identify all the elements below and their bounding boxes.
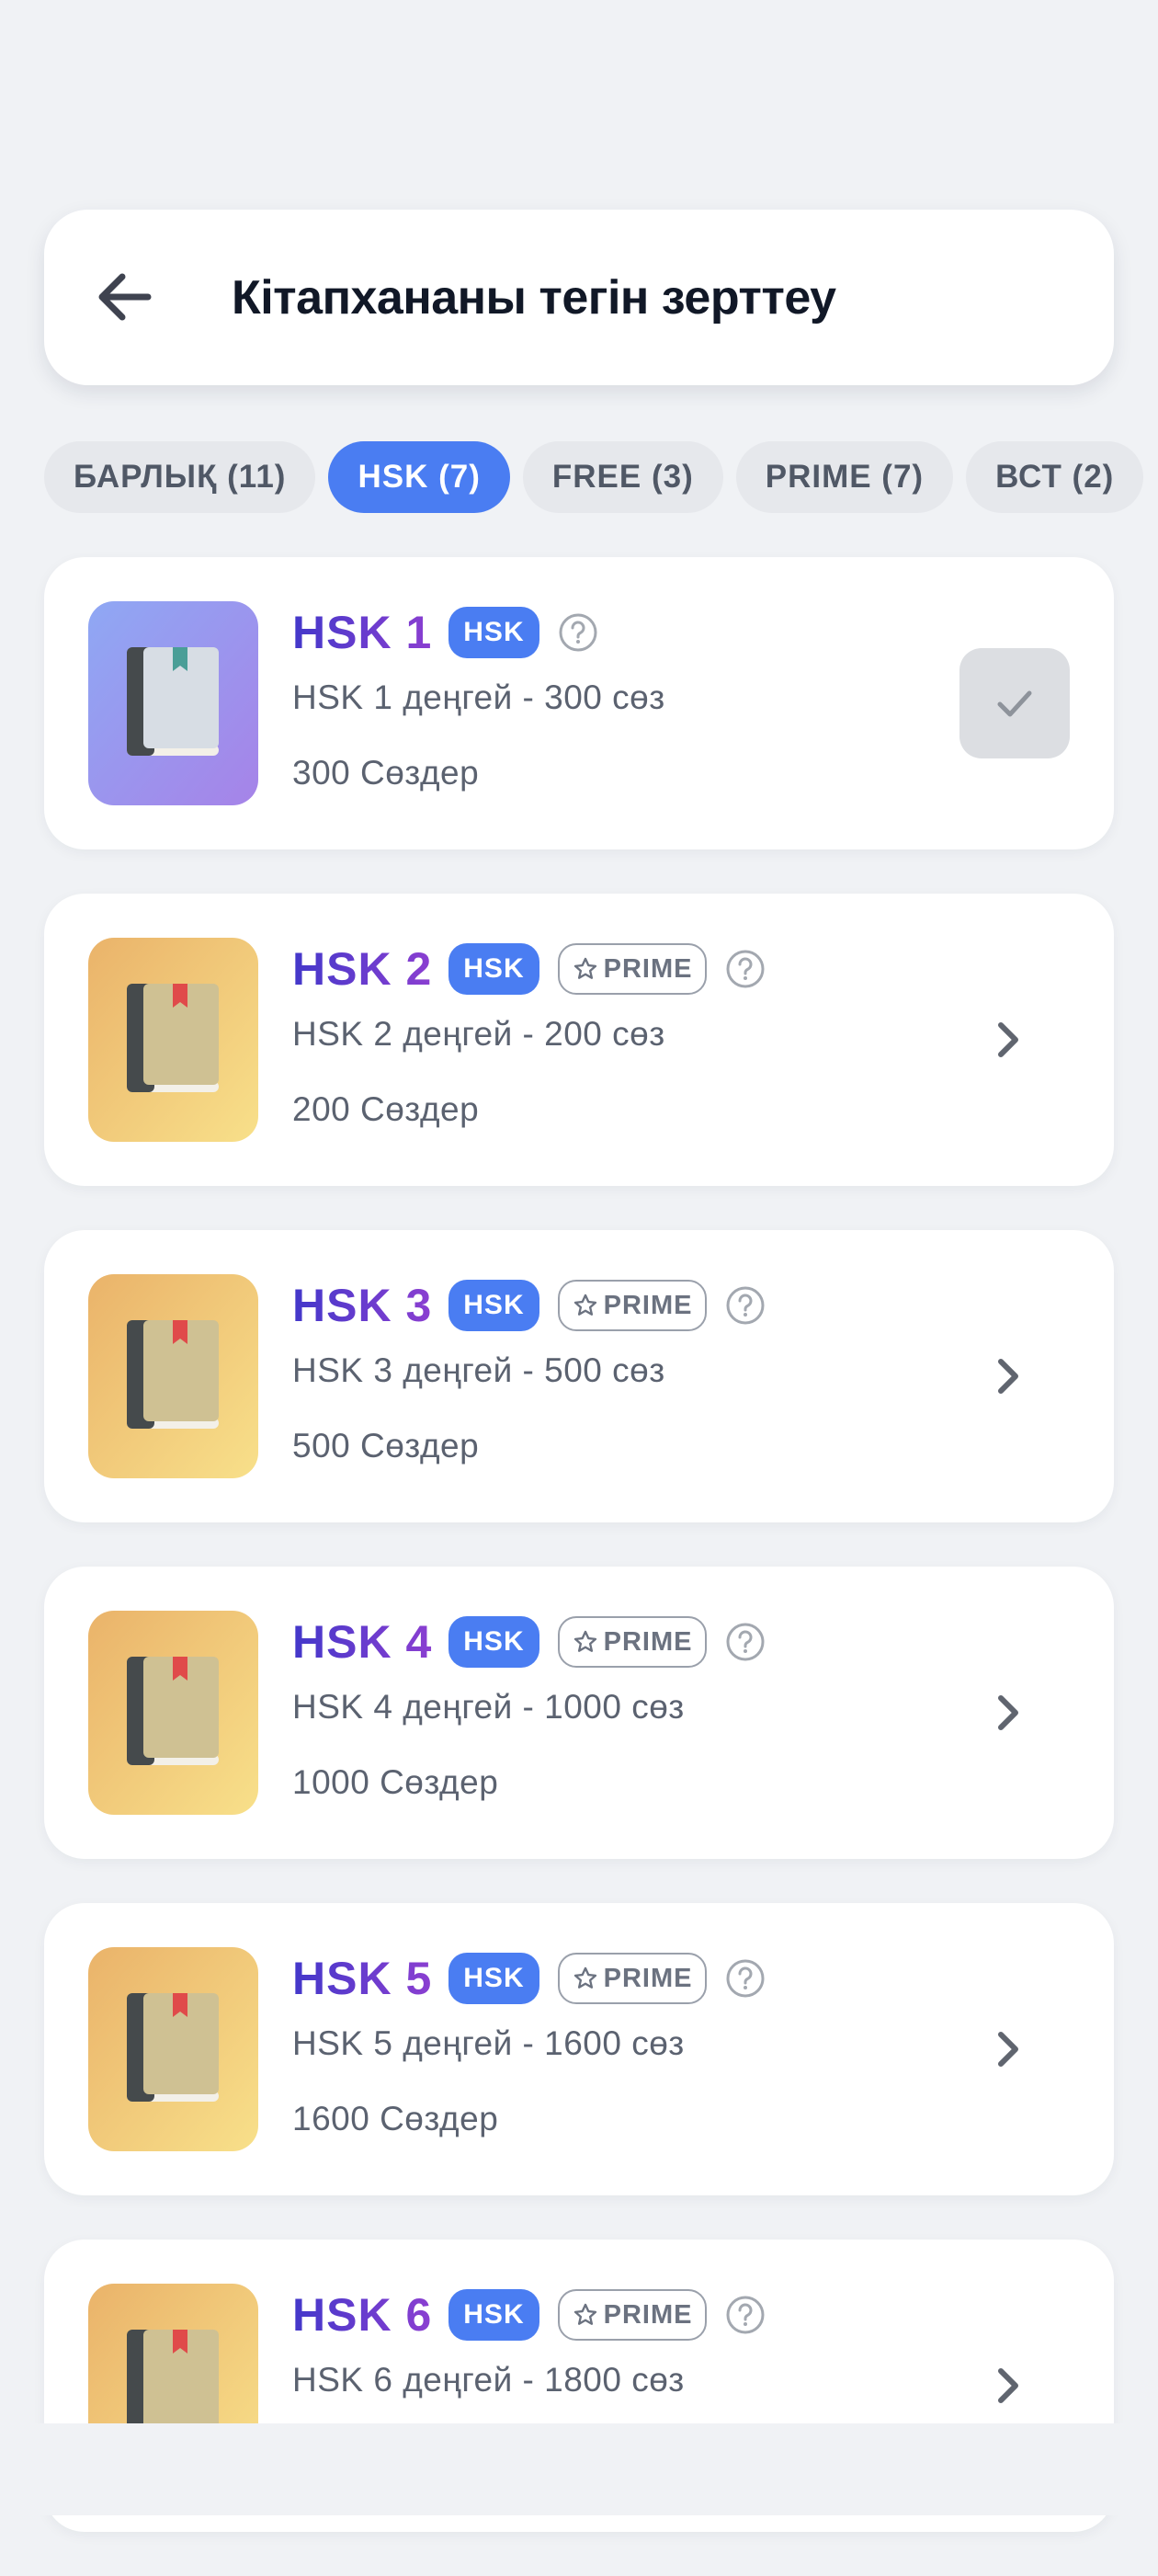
card-title-row: HSK 5 HSK PRIME — [292, 1949, 766, 2008]
prime-badge: PRIME — [557, 943, 708, 995]
card-title-row: HSK 1 HSK — [292, 603, 598, 662]
card-description: HSK 5 деңгей - 1600 сөз — [292, 2024, 685, 2062]
open-book-button[interactable] — [980, 1012, 1035, 1067]
card-title: HSK 4 — [292, 1616, 433, 1668]
open-book-button[interactable] — [980, 2022, 1035, 2077]
prime-badge: PRIME — [557, 1280, 708, 1331]
book-card[interactable]: HSK 1 HSK HSK 1 деңгей - 300 сөз 300 Сөздер — [44, 557, 1114, 849]
book-icon — [88, 1947, 258, 2151]
chevron-right-icon — [998, 1022, 1018, 1057]
help-icon[interactable] — [725, 1622, 766, 1662]
prime-label: PRIME — [603, 2299, 693, 2330]
card-description: HSK 1 деңгей - 300 сөз — [292, 678, 665, 716]
star-icon — [573, 2303, 596, 2325]
hsk-badge: HSK — [448, 607, 539, 658]
open-book-button[interactable] — [980, 2358, 1035, 2413]
open-book-button[interactable] — [980, 1349, 1035, 1404]
hsk-badge: HSK — [448, 1280, 539, 1331]
book-icon — [88, 601, 258, 805]
top-bar: Кітапхананы тегін зерттеу — [44, 210, 1114, 385]
book-card[interactable]: HSK 2 HSK PRIME HSK 2 деңгей - 200 сөз 200 С… — [44, 894, 1114, 1186]
tab-filter[interactable]: FREE (3) — [522, 441, 723, 513]
check-icon — [997, 690, 1032, 717]
star-icon — [573, 1294, 596, 1316]
open-book-button[interactable] — [980, 1685, 1035, 1740]
help-icon[interactable] — [725, 949, 766, 989]
word-count: 200 Сөздер — [292, 1090, 480, 1128]
arrow-left-icon — [98, 273, 152, 321]
book-icon — [88, 1611, 258, 1815]
hsk-badge: HSK — [448, 2289, 539, 2341]
help-icon[interactable] — [725, 1958, 766, 1999]
tab-filter[interactable]: ВСТ (2) — [966, 441, 1144, 513]
card-description: HSK 3 деңгей - 500 сөз — [292, 1351, 665, 1389]
book-card[interactable]: HSK 3 HSK PRIME HSK 3 деңгей - 500 сөз 500 С… — [44, 1230, 1114, 1522]
word-count: 1000 Сөздер — [292, 1763, 499, 1801]
star-icon — [573, 957, 596, 979]
book-card[interactable]: HSK 4 HSK PRIME HSK 4 деңгей - 1000 сөз 1000… — [44, 1567, 1114, 1859]
star-icon — [573, 1630, 596, 1652]
card-title-row: HSK 4 HSK PRIME — [292, 1613, 766, 1671]
book-icon — [88, 938, 258, 1142]
card-title: HSK 2 — [292, 943, 433, 995]
book-list: HSK 1 HSK HSK 1 деңгей - 300 сөз 300 Сөздер… — [44, 557, 1114, 2576]
chevron-right-icon — [998, 1695, 1018, 1730]
tab-filter[interactable]: HSK (7) — [328, 441, 510, 513]
prime-label: PRIME — [603, 1626, 693, 1657]
card-title-row: HSK 2 HSK PRIME — [292, 940, 766, 998]
prime-badge: PRIME — [557, 1953, 708, 2004]
chevron-right-icon — [998, 2032, 1018, 2067]
help-icon[interactable] — [558, 612, 598, 653]
card-description: HSK 2 деңгей - 200 сөз — [292, 1015, 665, 1053]
page-title: Кітапхананы тегін зерттеу — [232, 270, 836, 325]
prime-label: PRIME — [603, 1290, 693, 1320]
card-description: HSK 6 деңгей - 1800 сөз — [292, 2361, 685, 2399]
hsk-badge: HSK — [448, 1953, 539, 2004]
prime-label: PRIME — [603, 1963, 693, 1993]
bottom-area — [0, 2423, 1158, 2515]
card-description: HSK 4 деңгей - 1000 сөз — [292, 1688, 685, 1726]
back-button[interactable] — [86, 265, 160, 329]
tab-filter[interactable]: PRIME (7) — [735, 441, 954, 513]
prime-badge: PRIME — [557, 2289, 708, 2341]
selected-check-button[interactable] — [959, 648, 1070, 758]
book-card[interactable]: HSK 5 HSK PRIME HSK 5 деңгей - 1600 сөз 1600… — [44, 1903, 1114, 2195]
chevron-right-icon — [998, 1359, 1018, 1394]
word-count: 1600 Сөздер — [292, 2100, 499, 2137]
card-title: HSK 3 — [292, 1280, 433, 1331]
tab-filter[interactable]: БАРЛЫҚ (11) — [44, 441, 316, 513]
card-title-row: HSK 6 HSK PRIME — [292, 2285, 766, 2344]
prime-badge: PRIME — [557, 1616, 708, 1668]
card-title: HSK 6 — [292, 2289, 433, 2341]
star-icon — [573, 1966, 596, 1989]
card-title: HSK 5 — [292, 1953, 433, 2004]
card-title-row: HSK 3 HSK PRIME — [292, 1276, 766, 1335]
hsk-badge: HSK — [448, 1616, 539, 1668]
help-icon[interactable] — [725, 1285, 766, 1326]
card-title: HSK 1 — [292, 607, 433, 658]
hsk-badge: HSK — [448, 943, 539, 995]
word-count: 300 Сөздер — [292, 754, 480, 792]
filter-tabs: БАРЛЫҚ (11) HSK (7) FREE (3) PRIME (7) ВСТ (… — [44, 441, 1144, 513]
prime-label: PRIME — [603, 953, 693, 984]
word-count: 500 Сөздер — [292, 1427, 480, 1465]
help-icon[interactable] — [725, 2295, 766, 2335]
chevron-right-icon — [998, 2368, 1018, 2403]
book-icon — [88, 1274, 258, 1478]
